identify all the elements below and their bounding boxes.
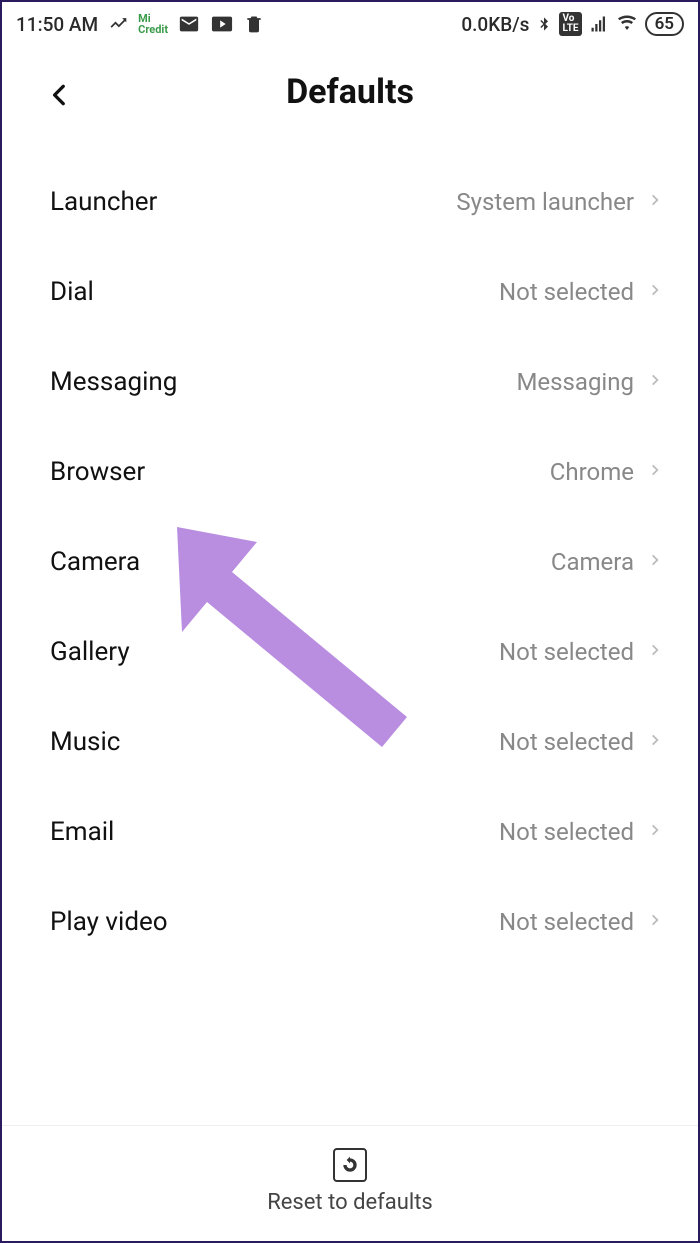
row-value: Not selected (499, 278, 634, 306)
youtube-icon (210, 13, 234, 35)
row-messaging[interactable]: Messaging Messaging (2, 337, 698, 427)
row-camera[interactable]: Camera Camera (2, 517, 698, 607)
row-value: System launcher (456, 188, 634, 216)
status-left: 11:50 AM MiCredit (16, 13, 264, 36)
reset-label: Reset to defaults (267, 1190, 433, 1215)
chevron-right-icon (648, 729, 662, 755)
row-gallery[interactable]: Gallery Not selected (2, 607, 698, 697)
row-play-video[interactable]: Play video Not selected (2, 877, 698, 967)
row-value: Messaging (516, 368, 634, 396)
row-value: Chrome (550, 458, 634, 486)
reset-icon (333, 1148, 367, 1182)
back-button[interactable] (47, 77, 73, 117)
settings-list: Launcher System launcher Dial Not select… (2, 132, 698, 967)
row-right: Messaging (516, 368, 662, 396)
row-dial[interactable]: Dial Not selected (2, 247, 698, 337)
row-browser[interactable]: Browser Chrome (2, 427, 698, 517)
bluetooth-icon (536, 14, 552, 34)
reset-to-defaults-button[interactable]: Reset to defaults (2, 1125, 698, 1241)
row-right: Not selected (499, 278, 662, 306)
status-bar: 11:50 AM MiCredit 0.0KB/s VoLTE 65 (2, 2, 698, 42)
row-label: Play video (50, 907, 168, 937)
chevron-right-icon (648, 459, 662, 485)
row-label: Gallery (50, 637, 130, 667)
row-value: Camera (551, 548, 634, 576)
missed-call-icon (108, 14, 128, 34)
chevron-right-icon (648, 369, 662, 395)
chevron-right-icon (648, 819, 662, 845)
chevron-right-icon (648, 639, 662, 665)
status-right: 0.0KB/s VoLTE 65 (461, 12, 684, 36)
row-music[interactable]: Music Not selected (2, 697, 698, 787)
row-label: Dial (50, 277, 94, 307)
trash-icon (244, 13, 264, 35)
row-email[interactable]: Email Not selected (2, 787, 698, 877)
row-right: Chrome (550, 458, 662, 486)
wifi-icon (616, 15, 638, 33)
row-label: Music (50, 727, 120, 757)
chevron-right-icon (648, 549, 662, 575)
row-launcher[interactable]: Launcher System launcher (2, 157, 698, 247)
row-label: Messaging (50, 367, 177, 397)
row-value: Not selected (499, 908, 634, 936)
row-value: Not selected (499, 728, 634, 756)
row-value: Not selected (499, 638, 634, 666)
mi-credit-icon: MiCredit (138, 13, 168, 35)
row-right: Camera (551, 548, 662, 576)
row-label: Browser (50, 457, 145, 487)
gmail-icon (178, 13, 200, 35)
signal-icon (589, 15, 609, 33)
chevron-right-icon (648, 279, 662, 305)
row-label: Camera (50, 547, 140, 577)
header: Defaults (2, 42, 698, 132)
volte-icon: VoLTE (559, 12, 581, 36)
chevron-right-icon (648, 189, 662, 215)
data-rate: 0.0KB/s (461, 13, 529, 36)
page-title: Defaults (42, 72, 658, 112)
battery-indicator: 65 (645, 12, 684, 36)
row-label: Email (50, 817, 114, 847)
chevron-right-icon (648, 909, 662, 935)
row-label: Launcher (50, 187, 157, 217)
row-right: Not selected (499, 908, 662, 936)
status-time: 11:50 AM (16, 13, 98, 36)
row-value: Not selected (499, 818, 634, 846)
row-right: System launcher (456, 188, 662, 216)
row-right: Not selected (499, 818, 662, 846)
row-right: Not selected (499, 638, 662, 666)
row-right: Not selected (499, 728, 662, 756)
